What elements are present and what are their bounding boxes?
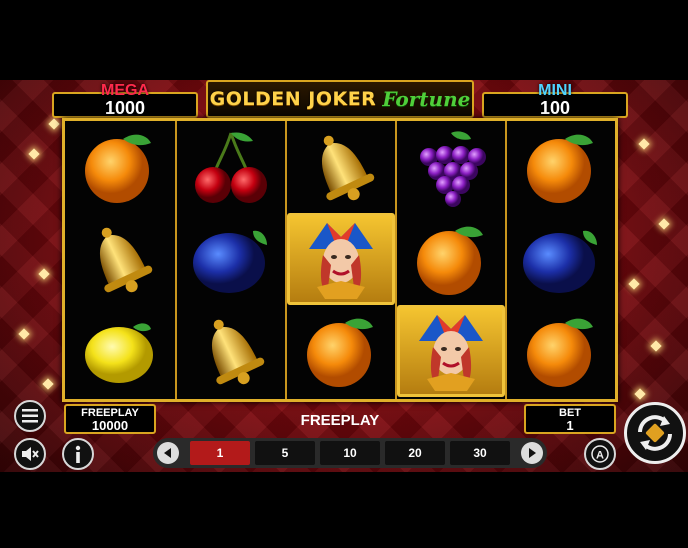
info-icon <box>75 445 81 463</box>
reel-5 <box>505 121 613 399</box>
symbol-plum <box>507 213 615 305</box>
game-area: MEGA 1000 GOLDEN JOKER Fortune MINI 100 <box>0 80 688 472</box>
logo-fortune: Fortune <box>382 87 471 111</box>
spin-button[interactable] <box>624 402 686 464</box>
plum-icon <box>523 230 597 293</box>
cherry-icon <box>195 132 267 203</box>
stake-selector: 1 5 10 20 30 <box>153 438 547 468</box>
sparkle-decoration <box>38 268 50 280</box>
stake-next-button[interactable] <box>521 442 543 464</box>
speaker-muted-icon <box>22 447 39 461</box>
hamburger-menu-icon <box>22 409 38 423</box>
sparkle-decoration <box>48 118 60 130</box>
sparkle-decoration <box>650 340 662 352</box>
mega-jackpot-label: MEGA <box>101 82 149 99</box>
info-button[interactable] <box>62 438 94 470</box>
mega-jackpot-value: 1000 <box>104 98 146 118</box>
sparkle-decoration <box>634 388 646 400</box>
symbol-orange <box>287 305 395 397</box>
symbol-orange <box>507 121 615 213</box>
reel-1 <box>65 121 173 399</box>
stake-option[interactable]: 20 <box>385 441 445 465</box>
freeplay-balance-box: FREEPLAY 10000 <box>64 404 156 434</box>
logo-golden-joker: GOLDEN JOKER <box>209 88 377 110</box>
reels-frame <box>62 118 618 402</box>
autoplay-button[interactable]: A <box>584 438 616 470</box>
stake-prev-button[interactable] <box>157 442 179 464</box>
sound-toggle-button[interactable] <box>14 438 46 470</box>
sparkle-decoration <box>628 278 640 290</box>
bell-icon <box>212 319 265 385</box>
symbol-orange <box>507 305 615 397</box>
symbol-cherry <box>177 121 285 213</box>
sparkle-decoration <box>658 218 670 230</box>
mini-jackpot-label: MINI <box>538 82 572 99</box>
symbol-joker <box>397 305 505 397</box>
stake-option[interactable]: 10 <box>320 441 380 465</box>
symbol-lemon <box>65 305 173 397</box>
menu-button[interactable] <box>14 400 46 432</box>
triangle-left-icon <box>164 448 171 458</box>
bet-box: BET 1 <box>524 404 616 434</box>
reel-3 <box>285 121 395 399</box>
status-text: FREEPLAY <box>300 412 380 429</box>
reel-2 <box>175 121 283 399</box>
plum-icon <box>193 230 267 293</box>
svg-text:A: A <box>596 450 604 462</box>
autoplay-icon: A <box>591 445 609 463</box>
sparkle-decoration <box>638 138 650 150</box>
lemon-icon <box>85 323 153 383</box>
orange-icon <box>85 134 151 203</box>
mini-jackpot: MINI 100 <box>482 83 628 118</box>
sparkle-decoration <box>28 148 40 160</box>
freeplay-balance-value: 10000 <box>91 418 129 433</box>
symbol-grapes <box>397 121 505 213</box>
orange-icon <box>527 134 593 203</box>
grapes-icon <box>420 131 486 207</box>
game-logo: GOLDEN JOKER Fortune <box>206 80 474 118</box>
joker-icon <box>419 315 483 391</box>
symbol-bell <box>287 121 395 213</box>
orange-icon <box>307 318 373 387</box>
symbol-bell <box>65 213 173 305</box>
symbol-orange <box>397 213 505 305</box>
symbol-plum <box>177 213 285 305</box>
symbol-orange <box>65 121 173 213</box>
sparkle-decoration <box>18 328 30 340</box>
reel-4 <box>395 121 505 399</box>
joker-icon <box>309 223 373 299</box>
orange-icon <box>527 318 593 387</box>
symbol-bell <box>177 305 285 397</box>
bet-value: 1 <box>566 418 574 433</box>
stake-option[interactable]: 5 <box>255 441 315 465</box>
bell-icon <box>100 227 153 293</box>
orange-icon <box>417 226 483 295</box>
stake-option[interactable]: 30 <box>450 441 510 465</box>
stake-option[interactable]: 1 <box>190 441 250 465</box>
mini-jackpot-value: 100 <box>539 98 571 118</box>
symbol-joker <box>287 213 395 305</box>
mega-jackpot: MEGA 1000 <box>52 83 198 118</box>
bell-icon <box>322 135 375 201</box>
triangle-right-icon <box>529 448 536 458</box>
spin-arrows-icon <box>638 415 672 451</box>
sparkle-decoration <box>42 378 54 390</box>
